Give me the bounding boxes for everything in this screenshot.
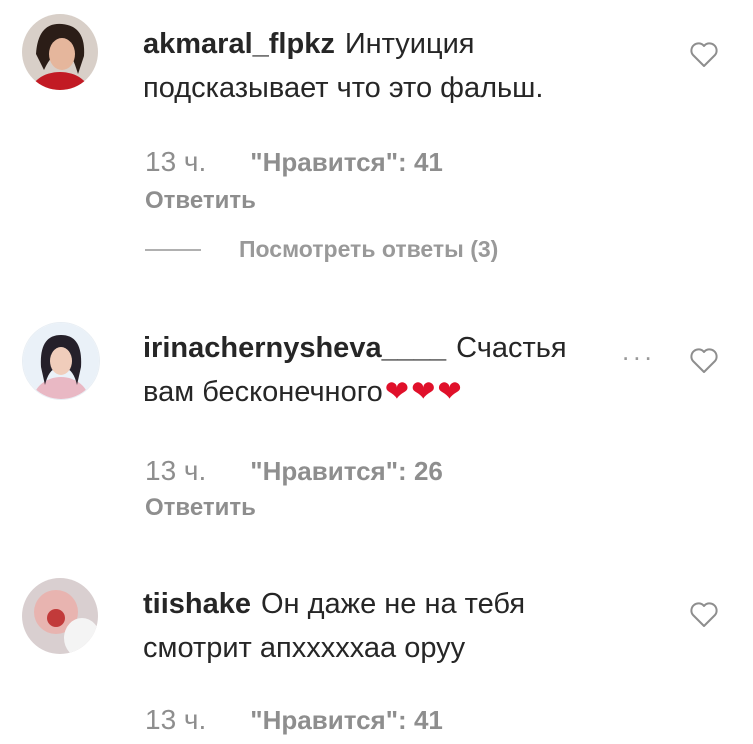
heart-outline-icon[interactable] <box>689 600 719 628</box>
avatar[interactable] <box>22 578 98 654</box>
heart-outline-icon[interactable] <box>689 40 719 68</box>
comment-time: 13 ч. <box>145 146 207 177</box>
red-heart-emoji: ❤❤❤ <box>384 376 464 408</box>
likes-count[interactable]: "Нравится": 26 <box>250 456 443 487</box>
comment-text: akmaral_flpkz Интуиция подсказывает что э… <box>143 22 583 110</box>
reply-button[interactable]: Ответить <box>145 187 256 215</box>
avatar[interactable] <box>22 322 100 400</box>
divider <box>145 248 201 251</box>
view-replies-label: Посмотреть ответы (3) <box>239 236 499 262</box>
comment-text: irinachernysheva____ Счастья вам бесконеч… <box>143 326 583 414</box>
comment-meta: 13 ч. "Нравится": 41 <box>145 704 443 736</box>
comment-time: 13 ч. <box>145 704 207 735</box>
comment-time: 13 ч. <box>145 455 207 486</box>
username-link[interactable]: irinachernysheva____ <box>143 332 446 364</box>
likes-count[interactable]: "Нравится": 41 <box>250 705 443 736</box>
heart-outline-icon[interactable] <box>689 346 719 374</box>
more-dots-icon[interactable]: ... <box>622 336 656 367</box>
comment-meta: 13 ч. "Нравится": 26 <box>145 455 443 487</box>
username-link[interactable]: akmaral_flpkz <box>143 28 335 60</box>
avatar[interactable] <box>22 14 98 90</box>
likes-count[interactable]: "Нравится": 41 <box>250 147 443 178</box>
comment-text: tiishake Он даже не на тебя смотрит апххх… <box>143 582 583 670</box>
reply-button[interactable]: Ответить <box>145 494 256 522</box>
view-replies-button[interactable]: Посмотреть ответы (3) <box>145 236 498 263</box>
comment-meta: 13 ч. "Нравится": 41 <box>145 146 443 178</box>
username-link[interactable]: tiishake <box>143 588 251 620</box>
